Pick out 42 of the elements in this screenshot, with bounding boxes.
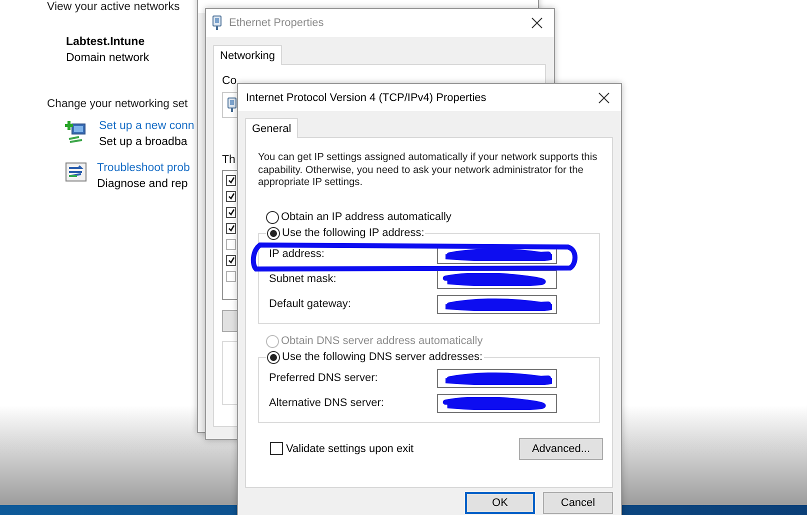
cancel-button[interactable]: Cancel	[543, 492, 613, 514]
input-field[interactable]	[437, 270, 557, 288]
field-label: Preferred DNS server:	[269, 372, 379, 384]
field-label: Alternative DNS server:	[269, 397, 385, 409]
section-heading: View your active networks	[47, 0, 181, 14]
dialog-title: Internet Protocol Version 4 (TCP/IPv4) Properties	[246, 92, 488, 104]
field-label: Default gateway:	[269, 298, 352, 310]
close-icon[interactable]	[531, 17, 543, 29]
input-field[interactable]	[437, 294, 557, 314]
description-text: You can get IP settings assigned automatically if your network supports this capability. Otherwise, you need to ask your network administrator for the appropriate IP settings.	[258, 152, 598, 190]
checkbox[interactable]	[226, 207, 236, 218]
checkbox[interactable]	[226, 271, 236, 282]
field-label: Co	[222, 75, 237, 87]
network-adapter-icon	[227, 97, 237, 113]
network-name: Labtest.Intune	[66, 36, 146, 48]
task-description: Diagnose and rep	[97, 178, 189, 190]
field-label: Subnet mask:	[269, 273, 338, 285]
checkbox[interactable]	[226, 223, 236, 234]
section-heading: Change your networking set	[47, 98, 189, 110]
ok-button[interactable]: OK	[465, 492, 535, 514]
network-type: Domain network	[66, 52, 150, 64]
checkbox[interactable]	[226, 239, 236, 250]
input-field[interactable]	[437, 368, 557, 388]
radio-option[interactable]: Use the following DNS server addresses:	[267, 350, 483, 364]
troubleshoot-icon	[65, 162, 87, 182]
tab[interactable]: Networking	[213, 45, 282, 65]
radio-option[interactable]: Use the following IP address:	[267, 226, 424, 240]
task-link[interactable]: Set up a new conn	[99, 120, 194, 132]
checkbox[interactable]	[226, 255, 236, 266]
advanced-button[interactable]: Advanced...	[519, 438, 603, 460]
tab[interactable]: General	[245, 118, 298, 138]
network-adapter-icon	[212, 15, 222, 31]
task-link[interactable]: Troubleshoot prob	[97, 162, 190, 174]
validate-checkbox[interactable]: Validate settings upon exit	[270, 442, 414, 455]
checkbox[interactable]	[226, 191, 236, 202]
checkbox[interactable]	[226, 175, 236, 186]
task-description: Set up a broadba	[99, 136, 188, 148]
window-title: Ethernet Properties	[229, 17, 325, 29]
field-label: IP address:	[269, 248, 326, 260]
field-label: Th	[222, 154, 236, 166]
close-icon[interactable]	[598, 92, 610, 104]
input-field[interactable]	[437, 394, 557, 412]
